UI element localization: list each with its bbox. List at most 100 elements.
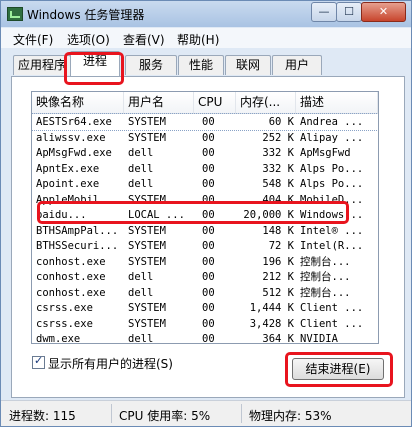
table-row[interactable]: ApMsgFwd.exe dell 00 332 K ApMsgFwd <box>32 145 378 161</box>
process-name: conhost.exe <box>36 271 106 283</box>
vertical-scrollbar[interactable]: ▲ ▼ <box>378 92 379 343</box>
process-user: dell <box>128 162 154 175</box>
process-memory: 1,444 K <box>249 302 294 314</box>
maximize-button[interactable]: ☐ <box>336 2 362 22</box>
table-row[interactable]: conhost.exe dell 00 512 K 控制台... <box>32 285 378 301</box>
show-all-users-checkbox[interactable] <box>32 354 45 369</box>
process-user: SYSTEM <box>128 302 166 314</box>
process-memory: 72 K <box>268 240 294 252</box>
process-name: csrss.exe <box>36 317 93 330</box>
process-memory: 512 K <box>262 286 294 299</box>
process-description: Client ... <box>300 317 364 330</box>
process-memory: 332 K <box>262 162 294 175</box>
tab-applications[interactable]: 应用程序 <box>13 55 71 75</box>
end-process-button[interactable]: 结束进程(E) <box>292 358 384 380</box>
process-cpu: 00 <box>202 271 215 283</box>
process-cpu: 00 <box>202 162 215 175</box>
show-all-users-label: 显示所有用户的进程(S) <box>48 357 173 371</box>
task-manager-icon <box>7 7 23 21</box>
process-memory: 252 K <box>262 131 294 144</box>
process-name: AESTSr64.exe <box>36 116 112 128</box>
table-row[interactable]: dwm.exe dell 00 364 K NVIDIA <box>32 331 378 344</box>
process-user: SYSTEM <box>128 255 166 268</box>
minimize-button[interactable]: — <box>311 2 337 22</box>
process-user: SYSTEM <box>128 193 166 206</box>
process-description: Alipay ... <box>300 131 364 144</box>
process-description: MobileD... <box>300 193 364 206</box>
process-cpu: 00 <box>202 255 215 268</box>
process-cpu: 00 <box>202 286 215 299</box>
process-name: ApMsgFwd.exe <box>36 147 112 159</box>
table-row[interactable]: AppleMobil... SYSTEM 00 404 K MobileD... <box>32 192 378 208</box>
table-row[interactable]: AESTSr64.exe SYSTEM 00 60 K Andrea ... <box>32 113 378 131</box>
table-row[interactable]: Apoint.exe dell 00 548 K Alps Po... <box>32 176 378 192</box>
process-name: aliwssv.exe <box>36 131 106 144</box>
process-user: dell <box>128 333 154 344</box>
table-row[interactable]: csrss.exe SYSTEM 00 1,444 K Client ... <box>32 300 378 316</box>
process-name: dwm.exe <box>36 333 81 344</box>
process-cpu: 00 <box>202 178 215 190</box>
process-memory: 364 K <box>262 333 294 344</box>
process-description: NVIDIA <box>300 333 338 344</box>
process-description: ApMsgFwd <box>300 147 351 159</box>
table-row[interactable]: conhost.exe SYSTEM 00 196 K 控制台... <box>32 254 378 270</box>
table-row[interactable]: aliwssv.exe SYSTEM 00 252 K Alipay ... <box>32 130 378 146</box>
process-user: SYSTEM <box>128 224 166 237</box>
column-cpu[interactable]: CPU <box>194 92 236 113</box>
tab-services[interactable]: 服务 <box>125 55 177 75</box>
process-name: Apoint.exe <box>36 178 100 190</box>
column-description[interactable]: 描述 <box>296 92 378 113</box>
process-cpu: 00 <box>202 333 215 344</box>
process-cpu: 00 <box>202 317 215 330</box>
status-divider <box>111 404 112 423</box>
table-row[interactable]: baidu... LOCAL ... 00 20,000 K Windows... <box>32 207 378 223</box>
process-user: SYSTEM <box>128 240 166 252</box>
title-bar[interactable]: Windows 任务管理器 — ☐ ✕ <box>1 1 411 27</box>
tab-performance[interactable]: 性能 <box>178 55 224 75</box>
close-button[interactable]: ✕ <box>361 2 406 22</box>
process-name: BTHSSecuri... <box>36 240 119 252</box>
table-row[interactable]: ApntEx.exe dell 00 332 K Alps Po... <box>32 161 378 177</box>
process-memory: 212 K <box>262 271 294 283</box>
status-cpu-usage: CPU 使用率: 5% <box>119 409 211 423</box>
process-name: conhost.exe <box>36 255 106 268</box>
process-user: dell <box>128 178 154 190</box>
process-name: AppleMobil... <box>36 193 119 206</box>
tab-users[interactable]: 用户 <box>272 55 322 75</box>
column-user-name[interactable]: 用户名 <box>124 92 194 113</box>
window-title: Windows 任务管理器 <box>27 8 145 22</box>
menu-view[interactable]: 查看(V) <box>123 31 165 48</box>
process-user: dell <box>128 147 154 159</box>
tab-processes[interactable]: 进程 <box>70 51 120 76</box>
process-cpu: 00 <box>202 147 215 159</box>
status-divider <box>241 404 242 423</box>
process-name: conhost.exe <box>36 286 106 299</box>
process-user: dell <box>128 271 154 283</box>
process-memory: 196 K <box>262 255 294 268</box>
tab-networking[interactable]: 联网 <box>225 55 271 75</box>
table-row[interactable]: BTHSSecuri... SYSTEM 00 72 K Intel(R... <box>32 238 378 254</box>
process-cpu: 00 <box>202 224 215 237</box>
process-user: SYSTEM <box>128 116 166 128</box>
process-memory: 148 K <box>262 224 294 237</box>
menu-help[interactable]: 帮助(H) <box>177 31 219 48</box>
process-description: Client ... <box>300 302 364 314</box>
process-cpu: 00 <box>202 209 215 221</box>
process-memory: 3,428 K <box>249 317 294 330</box>
process-description: Intel® ... <box>300 224 364 237</box>
process-description: 控制台... <box>300 271 351 283</box>
processes-panel: 映像名称 用户名 CPU 内存(... 描述 AESTSr64.exe SYSTE… <box>11 76 405 398</box>
menu-file[interactable]: 文件(F) <box>13 31 53 48</box>
menu-options[interactable]: 选项(O) <box>67 31 110 48</box>
process-list[interactable]: 映像名称 用户名 CPU 内存(... 描述 AESTSr64.exe SYSTE… <box>31 91 379 344</box>
tab-strip: 应用程序 进程 服务 性能 联网 用户 <box>1 49 411 77</box>
process-description: Andrea ... <box>300 116 364 128</box>
table-row[interactable]: csrss.exe SYSTEM 00 3,428 K Client ... <box>32 316 378 332</box>
process-name: ApntEx.exe <box>36 162 100 175</box>
column-image-name[interactable]: 映像名称 <box>32 92 124 113</box>
table-row[interactable]: conhost.exe dell 00 212 K 控制台... <box>32 269 378 285</box>
process-description: 控制台... <box>300 255 351 268</box>
table-row[interactable]: BTHSAmpPal... SYSTEM 00 148 K Intel® ... <box>32 223 378 239</box>
process-cpu: 00 <box>202 193 215 206</box>
column-memory[interactable]: 内存(... <box>236 92 296 113</box>
